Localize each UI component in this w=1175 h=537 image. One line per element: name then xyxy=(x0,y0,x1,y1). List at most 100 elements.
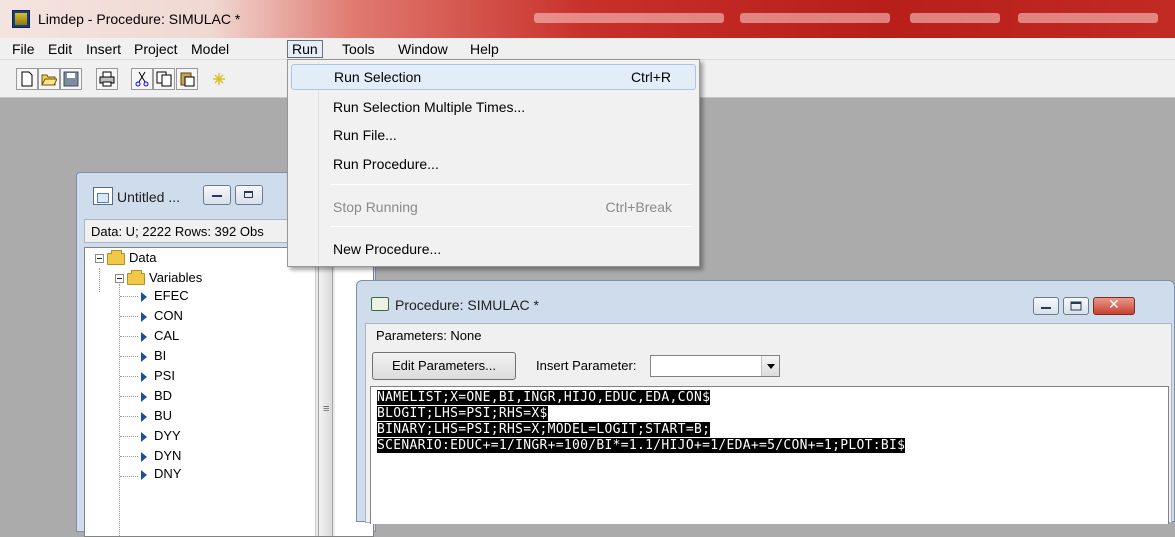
menu-item-run-selection[interactable]: Run Selection Ctrl+R xyxy=(291,64,696,90)
cut-button[interactable] xyxy=(131,68,153,90)
blurred-title-text xyxy=(910,13,1000,23)
tree-variable[interactable]: BU xyxy=(141,406,172,426)
procedure-icon xyxy=(371,297,389,311)
menu-file[interactable]: File xyxy=(8,40,39,58)
proc-close-button[interactable]: ✕ xyxy=(1093,297,1135,315)
print-icon xyxy=(99,71,115,87)
menu-help[interactable]: Help xyxy=(466,40,503,58)
maximize-button[interactable] xyxy=(235,185,263,205)
tree-item-data[interactable]: Data xyxy=(95,248,156,268)
new-file-icon xyxy=(21,71,33,87)
variable-label: PSI xyxy=(154,368,175,383)
proc-maximize-button[interactable] xyxy=(1063,297,1089,315)
maximize-icon xyxy=(1070,301,1082,311)
tree-variable[interactable]: BD xyxy=(141,386,172,406)
tree-variable[interactable]: EFEC xyxy=(141,286,189,306)
variable-label: DNY xyxy=(154,466,182,481)
minimize-icon xyxy=(212,195,222,197)
tree-variable[interactable]: DNY xyxy=(141,464,181,484)
menu-project[interactable]: Project xyxy=(130,40,182,58)
project-tree[interactable]: Data Variables EFEC CON CAL BI PSI BD BU… xyxy=(84,247,374,537)
tree-variable[interactable]: CAL xyxy=(141,326,179,346)
minimize-button[interactable] xyxy=(203,185,231,205)
close-icon: ✕ xyxy=(1108,297,1120,313)
code-line: NAMELIST;X=ONE,BI,INGR,HIJO,EDUC,EDA,CON… xyxy=(377,389,1168,405)
tree-item-variables[interactable]: Variables xyxy=(115,268,202,288)
tree-variable[interactable]: CON xyxy=(141,306,183,326)
chevron-down-icon[interactable] xyxy=(761,356,779,376)
wizard-icon xyxy=(213,73,225,85)
menu-edit[interactable]: Edit xyxy=(44,40,76,58)
blurred-title-text xyxy=(534,13,724,23)
variable-label: BD xyxy=(154,388,173,403)
collapse-icon[interactable] xyxy=(95,254,104,264)
tree-variable[interactable]: PSI xyxy=(141,366,175,386)
variable-label: BU xyxy=(154,408,173,423)
tree-variable[interactable]: DYN xyxy=(141,446,181,466)
run-menu: Run Selection Ctrl+R Run Selection Multip… xyxy=(287,59,700,267)
code-line: SCENARIO:EDUC+=1/INGR+=100/BI*=1.1/HIJO+… xyxy=(377,437,1168,453)
menu-separator xyxy=(330,226,692,227)
variable-arrow-icon xyxy=(141,411,147,422)
parameters-label: Parameters: None xyxy=(376,328,482,343)
menu-run[interactable]: Run xyxy=(287,40,323,58)
blurred-title-text xyxy=(1018,13,1158,23)
code-line: BINARY;LHS=PSI;RHS=X;MODEL=LOGIT;START=B… xyxy=(377,421,1168,437)
copy-button[interactable] xyxy=(153,68,175,90)
cut-icon xyxy=(135,71,149,87)
menu-item-label: Run Selection xyxy=(334,69,422,85)
minimize-icon xyxy=(1041,307,1051,309)
menu-insert[interactable]: Insert xyxy=(82,40,125,58)
untitled-window-title: Untitled ... xyxy=(117,189,181,205)
menu-item-run-procedure[interactable]: Run Procedure... xyxy=(291,151,696,177)
menu-item-run-selection-multiple[interactable]: Run Selection Multiple Times... xyxy=(291,94,696,120)
menu-bar: File Edit Insert Project Model Run Tools… xyxy=(0,38,1175,60)
variable-arrow-icon xyxy=(141,351,147,362)
code-line-text: NAMELIST;X=ONE,BI,INGR,HIJO,EDUC,EDA,CON… xyxy=(377,390,711,405)
edit-parameters-button[interactable]: Edit Parameters... xyxy=(372,352,516,380)
variable-label: DYN xyxy=(154,448,182,463)
tree-variable[interactable]: DYY xyxy=(141,426,181,446)
blurred-title-text xyxy=(740,13,890,23)
tree-item-label: Data xyxy=(129,250,157,265)
save-button[interactable] xyxy=(60,68,82,90)
menu-item-label: Stop Running xyxy=(333,199,418,215)
open-folder-icon xyxy=(41,74,57,86)
procedure-body: Parameters: None Edit Parameters... Inse… xyxy=(365,323,1172,524)
title-bar: Limdep - Procedure: SIMULAC * xyxy=(0,0,1175,38)
paste-button[interactable] xyxy=(176,68,198,90)
print-button[interactable] xyxy=(96,68,118,90)
menu-item-run-file[interactable]: Run File... xyxy=(291,122,696,148)
tree-line xyxy=(120,316,138,317)
tree-line xyxy=(120,336,138,337)
code-editor[interactable]: NAMELIST;X=ONE,BI,INGR,HIJO,EDUC,EDA,CON… xyxy=(370,386,1169,524)
tree-line xyxy=(99,268,100,292)
menu-item-label: Run File... xyxy=(333,127,397,143)
menu-item-new-procedure[interactable]: New Procedure... xyxy=(291,236,696,262)
proc-minimize-button[interactable] xyxy=(1033,297,1059,315)
paste-icon xyxy=(180,72,195,87)
menu-tools[interactable]: Tools xyxy=(338,40,379,58)
wizard-button[interactable] xyxy=(208,68,228,90)
tree-item-label: Variables xyxy=(149,270,203,285)
maximize-icon xyxy=(244,191,253,198)
new-file-button[interactable] xyxy=(16,68,38,90)
scrollbar-thumb[interactable]: ≡ xyxy=(318,262,333,536)
collapse-icon[interactable] xyxy=(115,274,124,284)
variable-arrow-icon xyxy=(141,469,147,480)
code-line-text: SCENARIO:EDUC+=1/INGR+=100/BI*=1.1/HIJO+… xyxy=(377,438,906,453)
menu-window[interactable]: Window xyxy=(394,40,452,58)
menu-item-label: Run Procedure... xyxy=(333,156,439,172)
tree-variable[interactable]: BI xyxy=(141,346,166,366)
variable-arrow-icon xyxy=(141,371,147,382)
variable-arrow-icon xyxy=(141,391,147,402)
open-button[interactable] xyxy=(38,68,60,90)
tree-line xyxy=(120,296,138,297)
insert-parameter-select[interactable] xyxy=(650,355,780,377)
variable-arrow-icon xyxy=(141,311,147,322)
code-line-text: BINARY;LHS=PSI;RHS=X;MODEL=LOGIT;START=B… xyxy=(377,422,711,437)
procedure-window[interactable]: Procedure: SIMULAC * ✕ Parameters: None … xyxy=(356,280,1175,524)
tree-scrollbar[interactable]: ≡ xyxy=(315,262,335,536)
variable-label: CON xyxy=(154,308,183,323)
menu-model[interactable]: Model xyxy=(187,40,233,58)
